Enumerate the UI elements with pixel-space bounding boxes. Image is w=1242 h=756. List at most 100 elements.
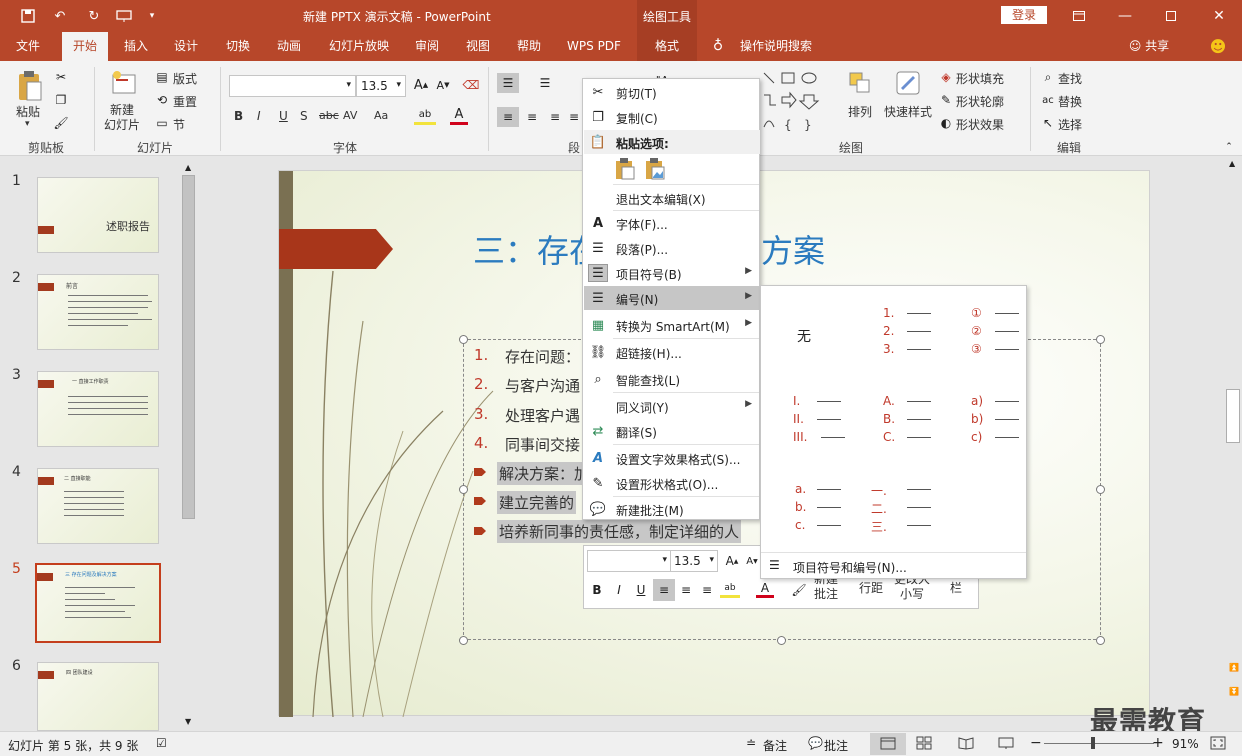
- numbering-option-chinese[interactable]: 一. 二. 三.: [853, 470, 937, 546]
- strikethrough-button[interactable]: abc: [319, 109, 339, 122]
- tell-me-search[interactable]: 操作说明搜索: [736, 32, 816, 61]
- list-item[interactable]: 同事间交接: [505, 434, 580, 455]
- tab-wps-pdf[interactable]: WPS PDF: [560, 32, 628, 61]
- reset-button[interactable]: 重置: [173, 93, 197, 110]
- start-slideshow-icon[interactable]: [114, 6, 134, 26]
- numbering-option-circled[interactable]: ① ② ③: [941, 290, 1025, 376]
- resize-handle[interactable]: [777, 636, 786, 645]
- maximize-button[interactable]: [1148, 0, 1194, 32]
- share-button[interactable]: ☺ 共享: [1124, 32, 1174, 61]
- font-color-icon[interactable]: A: [756, 580, 774, 598]
- decrease-font-icon[interactable]: A ▼: [434, 76, 452, 94]
- mini-font-size-box[interactable]: 13.5 ▾: [670, 550, 718, 572]
- comments-button[interactable]: 批注: [824, 737, 848, 754]
- font-size-box[interactable]: 13.5 ▾: [356, 75, 406, 97]
- paste-dropdown-icon[interactable]: ▾: [25, 119, 30, 129]
- resize-handle[interactable]: [459, 636, 468, 645]
- smiley-feedback-icon[interactable]: ☻: [1206, 32, 1230, 61]
- italic-button[interactable]: I: [257, 109, 261, 123]
- highlight-icon[interactable]: ab: [414, 107, 436, 125]
- slide-thumbnail-5[interactable]: 三 存在问题及解决方案: [35, 563, 161, 643]
- chevron-down-icon[interactable]: ▾: [662, 555, 667, 565]
- menu-item-convert-smartart[interactable]: ▦ 转换为 SmartArt(M) ▶: [584, 313, 760, 337]
- font-name-box[interactable]: ▾: [229, 75, 356, 97]
- resize-handle[interactable]: [459, 485, 468, 494]
- list-item[interactable]: 处理客户遇: [505, 405, 580, 426]
- select-button[interactable]: 选择: [1058, 116, 1082, 133]
- slide-thumbnail-4[interactable]: 二 直接职能: [37, 468, 159, 544]
- menu-item-exit-text-edit[interactable]: 退出文本编辑(X): [584, 186, 760, 210]
- new-slide-label[interactable]: 新建 幻灯片: [104, 103, 140, 133]
- chevron-down-icon[interactable]: ▾: [709, 555, 714, 565]
- zoom-out-icon[interactable]: −: [1030, 735, 1042, 751]
- resize-handle[interactable]: [459, 335, 468, 344]
- numbering-icon[interactable]: ☰: [534, 73, 556, 93]
- quick-styles-icon[interactable]: [894, 69, 922, 97]
- menu-item-font[interactable]: A 字体(F)...: [584, 211, 760, 235]
- menu-item-numbering[interactable]: ☰ 编号(N) ▶: [584, 286, 760, 310]
- tab-file[interactable]: 文件: [4, 32, 52, 61]
- bullets-and-numbering-button[interactable]: ☰ 项目符号和编号(N)...: [763, 554, 1025, 578]
- menu-item-translate[interactable]: ⇄ 翻译(S): [584, 419, 760, 443]
- copy-icon[interactable]: ❐: [52, 91, 70, 109]
- menu-item-hyperlink[interactable]: ⛓ 超链接(H)...: [584, 340, 760, 364]
- customize-qat-icon[interactable]: ▾: [142, 6, 162, 26]
- increase-font-icon[interactable]: A ▲: [724, 552, 740, 570]
- tab-animations[interactable]: 动画: [266, 32, 312, 61]
- highlight-icon[interactable]: ab: [720, 580, 740, 598]
- list-item[interactable]: 与客户沟通: [505, 375, 580, 396]
- reading-view-icon[interactable]: [958, 736, 974, 750]
- fit-slide-icon[interactable]: [1210, 736, 1226, 750]
- change-case-button[interactable]: Aa: [374, 109, 388, 122]
- numbering-option-roman[interactable]: I. II. III.: [765, 380, 849, 466]
- bold-button[interactable]: B: [234, 109, 243, 123]
- menu-item-text-effects[interactable]: A 设置文字效果格式(S)...: [584, 446, 760, 470]
- decrease-font-icon[interactable]: A ▼: [744, 552, 760, 570]
- shape-effects-button[interactable]: 形状效果: [956, 116, 1004, 133]
- menu-item-cut[interactable]: ✂ 剪切(T): [584, 80, 760, 104]
- numbering-option-paren-alpha[interactable]: a) b) c): [941, 380, 1025, 466]
- ribbon-display-options-icon[interactable]: [1056, 0, 1102, 32]
- bullet-item[interactable]: 建立完善的: [497, 491, 577, 514]
- numbering-option-none[interactable]: 无: [765, 290, 849, 376]
- undo-icon[interactable]: ↶: [50, 6, 70, 26]
- paste-label[interactable]: 粘贴: [16, 103, 40, 120]
- menu-item-synonyms[interactable]: 同义词(Y) ▶: [584, 394, 760, 418]
- slide-thumbnail-3[interactable]: 一 直接工作职责: [37, 371, 159, 447]
- align-center-icon[interactable]: ≡: [522, 107, 542, 127]
- close-button[interactable]: ✕: [1196, 0, 1242, 32]
- paste-as-picture-icon[interactable]: [643, 157, 667, 181]
- menu-item-copy[interactable]: ❐ 复制(C): [584, 105, 760, 129]
- scroll-up-icon[interactable]: ▲: [1229, 159, 1235, 168]
- format-painter-icon[interactable]: 🖌: [790, 580, 808, 600]
- layout-button[interactable]: 版式: [173, 70, 197, 87]
- menu-item-new-comment[interactable]: 💬 新建批注(M): [584, 497, 760, 521]
- login-button[interactable]: 登录: [1001, 6, 1047, 24]
- align-center-icon[interactable]: ≡: [677, 580, 695, 600]
- section-button[interactable]: 节: [173, 116, 185, 133]
- resize-handle[interactable]: [1096, 485, 1105, 494]
- shape-outline-button[interactable]: 形状轮廓: [956, 93, 1004, 110]
- slideshow-view-icon[interactable]: [998, 736, 1014, 750]
- char-spacing-button[interactable]: AV: [343, 109, 357, 122]
- tab-transitions[interactable]: 切换: [216, 32, 260, 61]
- zoom-slider-thumb[interactable]: [1091, 737, 1095, 749]
- tab-format[interactable]: 格式: [637, 32, 697, 61]
- scroll-up-icon[interactable]: ▲: [185, 163, 191, 172]
- quick-styles-button[interactable]: 快速样式: [884, 103, 932, 120]
- replace-button[interactable]: 替换: [1058, 93, 1082, 110]
- mini-font-name-box[interactable]: ▾: [587, 550, 671, 572]
- align-left-icon[interactable]: ≡: [497, 107, 519, 127]
- tab-view[interactable]: 视图: [456, 32, 500, 61]
- mini-line-spacing-button[interactable]: 行距: [859, 579, 883, 596]
- align-right-icon[interactable]: ≡: [545, 107, 565, 127]
- normal-view-icon[interactable]: [870, 733, 906, 755]
- menu-item-smart-lookup[interactable]: ⌕ 智能查找(L): [584, 367, 760, 391]
- align-right-icon[interactable]: ≡: [698, 580, 716, 600]
- save-icon[interactable]: [18, 6, 38, 26]
- tab-design[interactable]: 设计: [164, 32, 208, 61]
- redo-icon[interactable]: ↻: [84, 6, 104, 26]
- mini-columns-button[interactable]: 栏: [950, 579, 962, 596]
- cut-icon[interactable]: ✂: [52, 68, 70, 86]
- shapes-gallery[interactable]: {}: [760, 69, 820, 133]
